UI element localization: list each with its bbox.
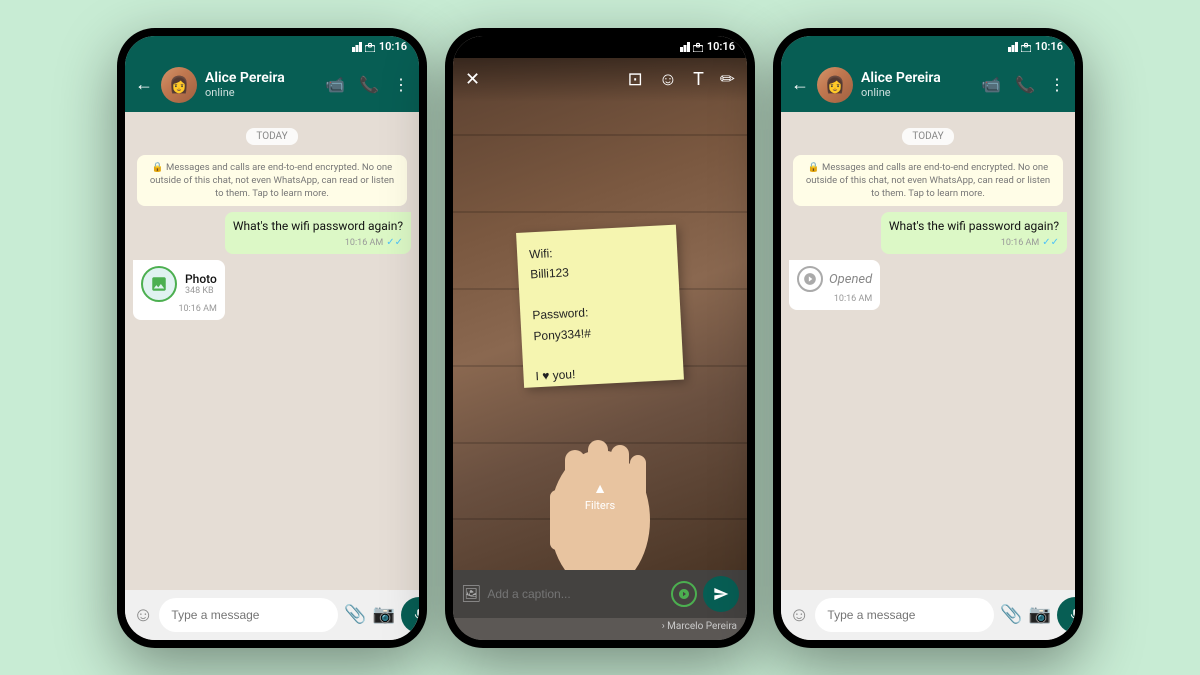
phone-1: 10:16 ← 👩 Alice Pereira online 📹 📞 ⋮ TOD… [117,28,427,648]
video-call-icon-1[interactable]: 📹 [325,75,345,94]
status-bar-1: 10:16 [125,36,419,58]
back-button-3[interactable]: ← [791,74,809,95]
filters-label: Filters [585,499,615,512]
marcelo-label: › Marcelo Pereira [662,621,737,632]
opened-message: Opened 10:16 AM [789,260,880,310]
camera-button-3[interactable]: 📷 [1029,604,1051,625]
text-overlay-icon[interactable]: T [693,69,704,90]
mic-button-1[interactable] [401,597,419,633]
chat-body-1: TODAY 🔒 Messages and calls are end-to-en… [125,112,419,590]
back-button-1[interactable]: ← [135,74,153,95]
viewer-right-icons: ⊡ ☺ T ✏ [628,69,735,90]
today-badge-1: TODAY [133,124,411,145]
filters-chevron-icon: ▲ [593,480,607,497]
header-icons-3: 📹 📞 ⋮ [981,75,1065,94]
contact-name-1: Alice Pereira [205,70,317,87]
status-bar-3: 10:16 [781,36,1075,58]
chat-header-3: ← 👩 Alice Pereira online 📹 📞 ⋮ [781,58,1075,112]
message-text-3: What's the wifi password again? [889,218,1059,235]
caption-input[interactable] [487,587,665,601]
phone-3: 10:16 ← 👩 Alice Pereira online 📹 📞 ⋮ TOD… [773,28,1083,648]
sticky-note: Wifi:Billi123Password:Pony334!#I ♥ you! [516,224,684,387]
contact-info-3: Alice Pereira online [861,70,973,100]
photo-msg-content: Photo 348 KB [141,266,217,302]
opened-msg-content: Opened [797,266,872,292]
encryption-notice-3: 🔒 Messages and calls are end-to-end encr… [793,155,1063,207]
contact-name-3: Alice Pereira [861,70,973,87]
more-options-icon-3[interactable]: ⋮ [1049,75,1065,94]
status-bar-2: 10:16 [453,36,747,58]
signal-icons-3 [1008,42,1031,52]
video-call-icon-3[interactable]: 📹 [981,75,1001,94]
read-receipts-3: ✓✓ [1042,237,1059,248]
opened-meta: 10:16 AM [797,294,872,304]
photo-icon [141,266,177,302]
input-bar-1: ☺ 📎 📷 [125,590,419,640]
phone-2: 10:16 Wifi:Billi123Password:Pony334!#I ♥… [445,28,755,648]
photo-info: Photo 348 KB [185,272,217,296]
opened-label: Opened [829,272,872,287]
photo-label: Photo [185,272,217,286]
outgoing-message-3: What's the wifi password again? 10:16 AM… [881,212,1067,254]
opened-icon [797,266,823,292]
voice-call-icon-1[interactable]: 📞 [359,75,379,94]
message-input-1[interactable] [159,598,338,632]
message-time-3: 10:16 AM [1001,238,1039,248]
read-receipts-1: ✓✓ [386,237,403,248]
viewer-topbar: ✕ ⊡ ☺ T ✏ [453,58,747,102]
contact-info-1: Alice Pereira online [205,70,317,100]
filters-bar[interactable]: ▲ Filters [585,480,615,512]
photo-time: 10:16 AM [178,304,216,314]
marcelo-footer: › Marcelo Pereira [453,618,747,640]
opened-time: 10:16 AM [834,294,872,304]
header-icons-1: 📹 📞 ⋮ [325,75,409,94]
status-time-3: 10:16 [1035,40,1063,53]
today-badge-3: TODAY [789,124,1067,145]
emoji-button-1[interactable]: ☺ [133,602,153,627]
input-bar-3: ☺ 📎 📷 [781,590,1075,640]
message-text-1: What's the wifi password again? [233,218,403,235]
signal-icons-2 [680,42,703,52]
message-meta-1: 10:16 AM ✓✓ [233,237,403,248]
photo-viewer: Wifi:Billi123Password:Pony334!#I ♥ you! [453,58,747,570]
caption-bar: 🖼 [453,570,747,618]
voice-call-icon-3[interactable]: 📞 [1015,75,1035,94]
draw-icon[interactable]: ✏ [720,69,735,90]
crop-icon[interactable]: ⊡ [628,69,643,90]
contact-status-1: online [205,86,317,99]
chat-header-1: ← 👩 Alice Pereira online 📹 📞 ⋮ [125,58,419,112]
sticker-icon[interactable]: ☺ [659,69,677,90]
view-once-button[interactable] [671,581,697,607]
photo-message-1[interactable]: Photo 348 KB 10:16 AM [133,260,225,320]
send-button[interactable] [703,576,739,612]
message-input-3[interactable] [815,598,994,632]
contact-status-3: online [861,86,973,99]
signal-icons [352,42,375,52]
camera-button-1[interactable]: 📷 [373,604,395,625]
emoji-button-3[interactable]: ☺ [789,602,809,627]
chat-body-3: TODAY 🔒 Messages and calls are end-to-en… [781,112,1075,590]
message-meta-3: 10:16 AM ✓✓ [889,237,1059,248]
caption-emoji-icon[interactable]: 🖼 [461,584,481,603]
outgoing-message-1: What's the wifi password again? 10:16 AM… [225,212,411,254]
avatar-1: 👩 [161,67,197,103]
photo-meta: 10:16 AM [141,304,217,314]
photo-size: 348 KB [185,286,217,296]
close-viewer-icon[interactable]: ✕ [465,69,480,90]
more-options-icon-1[interactable]: ⋮ [393,75,409,94]
status-time-2: 10:16 [707,40,735,53]
avatar-3: 👩 [817,67,853,103]
message-time-1: 10:16 AM [345,238,383,248]
status-time-1: 10:16 [379,40,407,53]
sticky-text: Wifi:Billi123Password:Pony334!#I ♥ you! [529,237,672,387]
attach-button-3[interactable]: 📎 [1000,604,1022,625]
hand-holding-note [530,370,670,570]
attach-button-1[interactable]: 📎 [344,604,366,625]
mic-button-3[interactable] [1057,597,1075,633]
encryption-notice-1: 🔒 Messages and calls are end-to-end encr… [137,155,407,207]
